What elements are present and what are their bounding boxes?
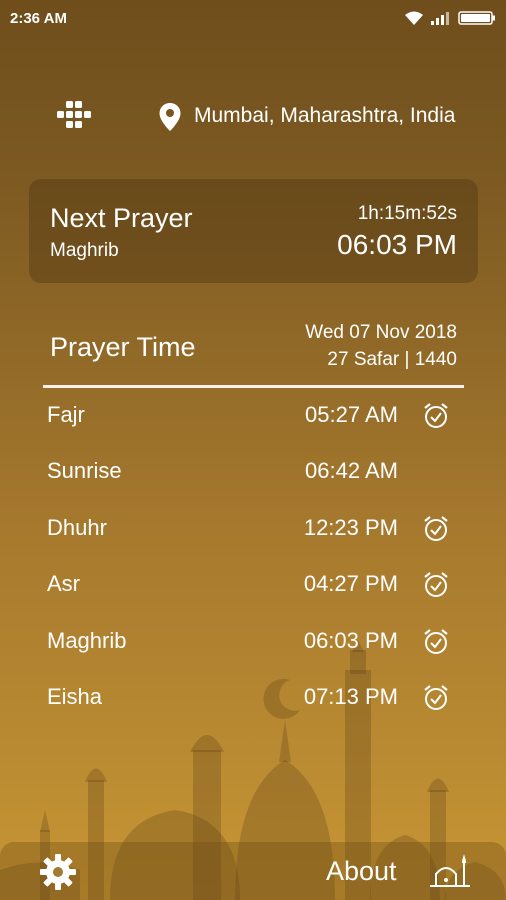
alarm-clock-icon[interactable] [421, 683, 451, 713]
gregorian-date: Wed 07 Nov 2018 [305, 322, 457, 343]
alarm-clock-icon[interactable] [421, 514, 451, 544]
status-icons [404, 10, 496, 26]
grid-icon[interactable] [56, 100, 92, 130]
alarm-clock-icon[interactable] [421, 627, 451, 657]
prayer-row-maghrib: Maghrib 06:03 PM [0, 614, 506, 670]
prayer-time: 05:27 AM [305, 402, 398, 427]
battery-icon [458, 11, 495, 25]
alarm-clock-icon[interactable] [421, 570, 451, 600]
mosque-logo-icon[interactable] [424, 852, 476, 892]
wifi-icon [405, 11, 423, 25]
location-row: Mumbai, Maharashtra, India [0, 96, 506, 136]
prayer-time: 07:13 PM [303, 683, 398, 709]
prayer-time: 04:27 PM [303, 571, 398, 597]
prayer-name: Dhuhr [47, 514, 107, 540]
prayer-list: Fajr 05:27 AM Sunrise 06:42 AM Dhuhr 12:… [0, 388, 506, 726]
prayer-row-fajr: Fajr 05:27 AM [0, 388, 506, 444]
signal-icon [431, 12, 449, 25]
prayer-name: Fajr [47, 402, 85, 427]
prayer-time: 06:42 AM [305, 458, 398, 484]
status-bar: 2:36 AM [0, 0, 506, 36]
next-prayer-countdown: 1h:15m:52s [357, 203, 457, 224]
prayer-row-dhuhr: Dhuhr 12:23 PM [0, 501, 506, 557]
next-prayer-title: Next Prayer [50, 203, 193, 233]
prayer-time: 12:23 PM [303, 514, 398, 540]
next-prayer-time: 06:03 PM [337, 229, 457, 260]
prayer-row-sunrise: Sunrise 06:42 AM [0, 444, 506, 500]
prayer-time: 06:03 PM [303, 627, 398, 653]
location-pin-icon[interactable] [158, 102, 182, 132]
prayer-name: Eisha [47, 683, 103, 709]
prayer-time-title: Prayer Time [50, 332, 196, 362]
prayer-time-header: Prayer Time Wed 07 Nov 2018 27 Safar | 1… [0, 320, 506, 390]
prayer-row-asr: Asr 04:27 PM [0, 557, 506, 613]
next-prayer-name: Maghrib [50, 240, 119, 261]
gear-icon[interactable] [38, 852, 78, 892]
about-button[interactable]: About [326, 856, 397, 887]
prayer-row-eisha: Eisha 07:13 PM [0, 670, 506, 726]
bottom-bar: About [0, 842, 506, 900]
prayer-name: Asr [47, 571, 80, 597]
prayer-name: Maghrib [47, 627, 127, 653]
prayer-name: Sunrise [47, 458, 122, 484]
alarm-clock-icon[interactable] [421, 401, 451, 431]
location-label[interactable]: Mumbai, Maharashtra, India [194, 104, 455, 128]
hijri-date: 27 Safar | 1440 [327, 349, 457, 370]
next-prayer-card: Next Prayer Maghrib 1h:15m:52s 06:03 PM [29, 179, 478, 283]
status-time: 2:36 AM [10, 9, 67, 27]
